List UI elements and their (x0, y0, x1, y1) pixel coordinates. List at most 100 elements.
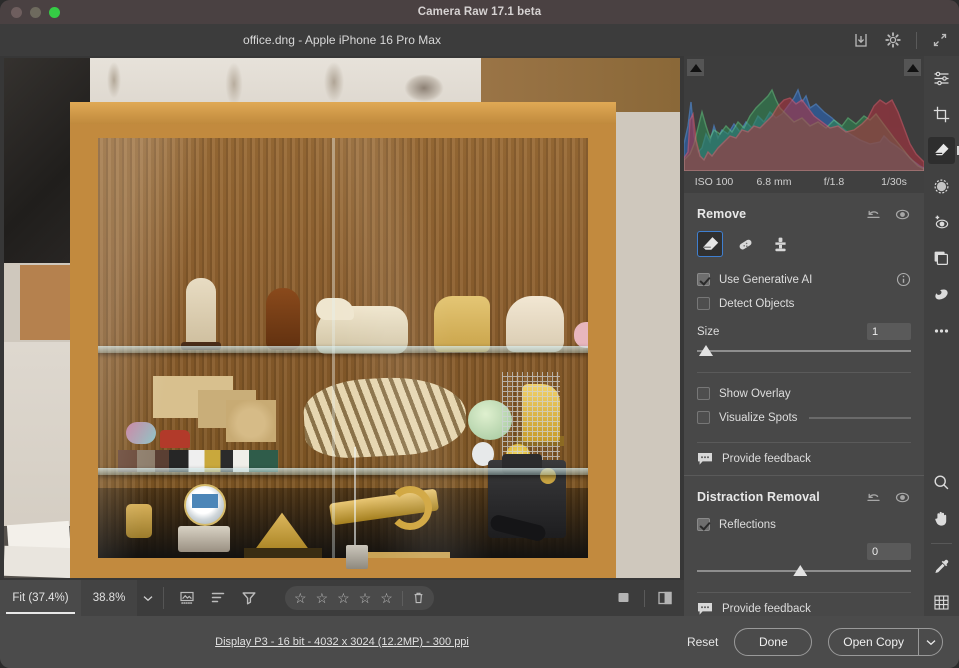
zoom-tool-icon[interactable] (928, 469, 955, 496)
histogram[interactable] (684, 56, 924, 171)
info-icon[interactable] (896, 272, 911, 287)
photo-preview[interactable] (4, 58, 680, 578)
visualize-spots-checkbox[interactable] (697, 411, 710, 424)
image-info-link[interactable]: Display P3 - 16 bit - 4032 x 3024 (12.2M… (0, 636, 684, 648)
star-5[interactable]: ☆ (380, 591, 393, 605)
grid-overlay-icon[interactable] (928, 589, 955, 616)
right-panel: ISO 100 6.8 mm f/1.8 1/30s Remove (684, 56, 924, 616)
eraser-tool[interactable] (697, 231, 723, 257)
chevron-down-icon[interactable] (918, 629, 942, 655)
mineral-specimen (126, 422, 156, 444)
trash-icon[interactable] (412, 591, 425, 605)
feedback-bubble-icon (697, 452, 713, 466)
before-after-compare-icon[interactable] (656, 589, 674, 607)
visualize-spots-row[interactable]: Visualize Spots (697, 407, 911, 428)
exif-shutter-speed: 1/30s (864, 176, 924, 188)
reflections-row[interactable]: Reflections (697, 514, 911, 535)
star-1[interactable]: ☆ (294, 591, 307, 605)
masking-icon[interactable] (928, 173, 955, 200)
snapshots-icon[interactable] (928, 281, 955, 308)
image-canvas[interactable] (0, 56, 684, 580)
reset-button[interactable]: Reset (687, 635, 718, 649)
star-2[interactable]: ☆ (316, 591, 329, 605)
reflections-checkbox[interactable] (697, 518, 710, 531)
size-slider[interactable] (697, 344, 911, 358)
reflections-slider[interactable] (697, 564, 911, 578)
sort-order-icon[interactable] (209, 589, 227, 607)
carved-figure (186, 278, 216, 350)
round-wood-plate (226, 400, 276, 442)
title-bar: Camera Raw 17.1 beta (0, 0, 959, 24)
zoom-percent-button[interactable]: 38.8% (81, 580, 137, 616)
show-overlay-row[interactable]: Show Overlay (697, 383, 911, 404)
brass-ruler (362, 552, 450, 558)
save-icon[interactable] (852, 31, 870, 49)
crop-icon[interactable] (928, 101, 955, 128)
hand-tool-icon[interactable] (928, 505, 955, 532)
highlight-clipping-triangle[interactable] (904, 59, 921, 76)
detect-objects-checkbox[interactable] (697, 297, 710, 310)
single-view-icon[interactable] (615, 589, 633, 607)
feedback-label: Provide feedback (722, 453, 811, 465)
exif-iso: ISO 100 (684, 176, 744, 188)
cabinet-lock (346, 545, 368, 569)
fullscreen-icon[interactable] (931, 31, 949, 49)
shadow-clipping-triangle[interactable] (687, 59, 704, 76)
remove-section: Remove (684, 193, 924, 475)
view-mode-group (615, 589, 674, 607)
reflections-value-field[interactable]: 0 (867, 543, 911, 560)
exif-focal-length: 6.8 mm (744, 176, 804, 188)
cabinet-pull-wire (354, 447, 356, 552)
size-slider-track (697, 350, 911, 352)
undo-icon[interactable] (865, 206, 882, 223)
remove-eraser-icon[interactable] (928, 137, 955, 164)
heal-tool[interactable] (732, 231, 758, 257)
done-button[interactable]: Done (734, 628, 812, 656)
show-overlay-checkbox[interactable] (697, 387, 710, 400)
white-balance-eyedropper-icon[interactable] (928, 553, 955, 580)
header-icon-group (852, 31, 949, 49)
feedback-label: Provide feedback (722, 603, 811, 615)
instrument-case (178, 526, 230, 552)
use-generative-ai-checkbox[interactable] (697, 273, 710, 286)
settings-gear-icon[interactable] (884, 31, 902, 49)
undo-icon[interactable] (865, 489, 882, 506)
visualize-spots-slider[interactable] (809, 417, 911, 419)
use-generative-ai-row[interactable]: Use Generative AI (697, 269, 911, 290)
glass-shelf (98, 468, 588, 475)
dragon-head (316, 298, 354, 320)
presets-icon[interactable] (928, 245, 955, 272)
clone-stamp-tool[interactable] (767, 231, 793, 257)
red-eye-icon[interactable] (928, 209, 955, 236)
eye-icon[interactable] (894, 206, 911, 223)
star-4[interactable]: ☆ (359, 591, 372, 605)
star-3[interactable]: ☆ (337, 591, 350, 605)
remove-section-header: Remove (697, 203, 911, 225)
tool-rail (924, 56, 959, 616)
footer-actions: Reset Done Open Copy (687, 628, 943, 656)
edit-sliders-icon[interactable] (928, 65, 955, 92)
window-title: Camera Raw 17.1 beta (0, 6, 959, 18)
cabinet-top-trim (70, 102, 616, 124)
file-title: office.dng - Apple iPhone 16 Pro Max (0, 33, 684, 47)
detect-objects-label: Detect Objects (719, 298, 794, 310)
camera-raw-window: Camera Raw 17.1 beta office.dng - Apple … (0, 0, 959, 668)
open-copy-button[interactable]: Open Copy (829, 629, 918, 655)
visualize-spots-label: Visualize Spots (719, 412, 797, 424)
zoom-fit-button[interactable]: Fit (37.4%) (0, 580, 81, 616)
toolbar-divider (644, 590, 645, 607)
use-generative-ai-label: Use Generative AI (719, 274, 812, 286)
remove-provide-feedback[interactable]: Provide feedback (697, 443, 911, 475)
header-bar: office.dng - Apple iPhone 16 Pro Max (0, 24, 959, 56)
size-value-field[interactable]: 1 (867, 323, 911, 340)
chevron-down-icon[interactable] (137, 595, 159, 602)
filmstrip-thumbnails-icon[interactable] (178, 589, 196, 607)
filter-icon[interactable] (240, 589, 258, 607)
distraction-section-header: Distraction Removal (697, 486, 911, 508)
eye-icon[interactable] (894, 489, 911, 506)
more-options-icon[interactable] (928, 317, 955, 344)
star-rating-control[interactable]: ☆ ☆ ☆ ☆ ☆ (285, 586, 434, 610)
filmstrip-icon-group (168, 589, 258, 607)
display-cabinet (70, 102, 616, 578)
detect-objects-row[interactable]: Detect Objects (697, 293, 911, 314)
